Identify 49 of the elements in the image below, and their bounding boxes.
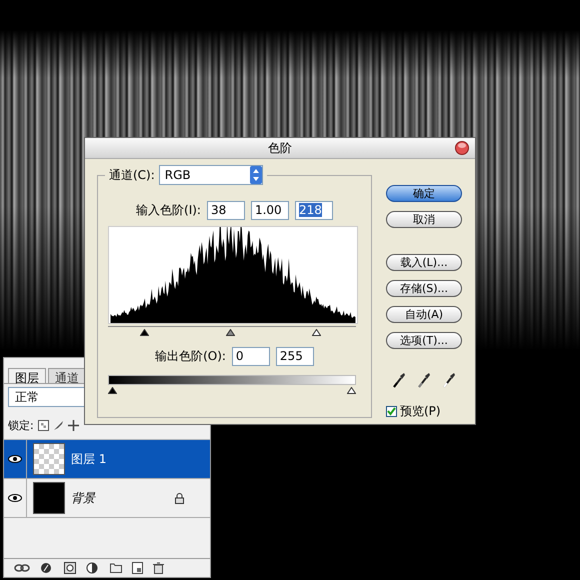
eyedropper-icon[interactable] bbox=[442, 372, 456, 388]
move-icon[interactable] bbox=[68, 420, 79, 431]
output-highlight-slider-handle[interactable] bbox=[347, 387, 356, 394]
channel-label: 通道(C): bbox=[109, 166, 155, 184]
lock-label: 锁定: bbox=[8, 418, 34, 433]
shadow-input-slider-handle[interactable] bbox=[140, 329, 149, 336]
eye-icon[interactable] bbox=[8, 494, 22, 502]
dialog-button[interactable]: 选项(T)... bbox=[386, 332, 462, 349]
input-level-field[interactable]: 38 bbox=[206, 201, 245, 220]
layer-row[interactable]: 图层 1 bbox=[4, 440, 210, 479]
stepper-arrows-icon[interactable] bbox=[250, 166, 262, 184]
folder-icon[interactable] bbox=[110, 562, 122, 573]
eyedropper-icon[interactable] bbox=[416, 372, 431, 388]
new-layer-icon[interactable] bbox=[132, 562, 143, 574]
dialog-button[interactable]: 确定 bbox=[386, 185, 462, 202]
output-shadow-slider-handle[interactable] bbox=[108, 387, 117, 394]
input-level-field[interactable]: 1.00 bbox=[250, 201, 289, 220]
eyedropper-icon[interactable] bbox=[392, 372, 406, 388]
dialog-button[interactable]: 取消 bbox=[386, 211, 462, 228]
input-level-field[interactable]: 218 bbox=[294, 201, 333, 220]
panel-tab[interactable]: 图层 bbox=[8, 368, 46, 383]
layer-thumbnail bbox=[33, 443, 65, 475]
channel-dropdown[interactable]: RGB bbox=[158, 165, 263, 185]
link-icon[interactable] bbox=[14, 562, 30, 574]
window-title: 色阶 bbox=[268, 140, 292, 156]
trash-icon[interactable] bbox=[153, 562, 164, 574]
output-levels-label: 输出色阶(O): bbox=[155, 348, 226, 365]
transparency-lock-icon[interactable] bbox=[38, 420, 49, 431]
layer-name: 背景 bbox=[71, 490, 97, 506]
layer-style-icon[interactable] bbox=[40, 562, 54, 574]
dialog-button[interactable]: 存储(S)... bbox=[386, 280, 462, 297]
output-level-field[interactable]: 255 bbox=[276, 347, 314, 366]
dialog-button[interactable]: 载入(L)... bbox=[386, 254, 462, 271]
gamma-slider-handle[interactable] bbox=[226, 329, 235, 336]
mask-icon[interactable] bbox=[64, 562, 76, 574]
preview-label: 预览(P) bbox=[400, 403, 441, 420]
preview-checkbox[interactable] bbox=[386, 406, 397, 417]
output-level-field[interactable]: 0 bbox=[232, 347, 270, 366]
layer-thumbnail bbox=[33, 482, 65, 514]
close-icon[interactable] bbox=[455, 141, 469, 155]
eye-icon[interactable] bbox=[8, 455, 22, 463]
input-levels-label: 输入色阶(I): bbox=[136, 202, 201, 219]
dialog-button[interactable]: 自动(A) bbox=[386, 306, 462, 323]
highlight-input-slider-handle[interactable] bbox=[312, 329, 322, 336]
layer-row[interactable]: 背景 bbox=[4, 479, 210, 518]
brush-icon[interactable] bbox=[52, 420, 64, 431]
panel-tab[interactable]: 通道 bbox=[48, 368, 86, 383]
layer-name: 图层 1 bbox=[71, 450, 108, 468]
adjustment-layer-icon[interactable] bbox=[86, 562, 100, 574]
